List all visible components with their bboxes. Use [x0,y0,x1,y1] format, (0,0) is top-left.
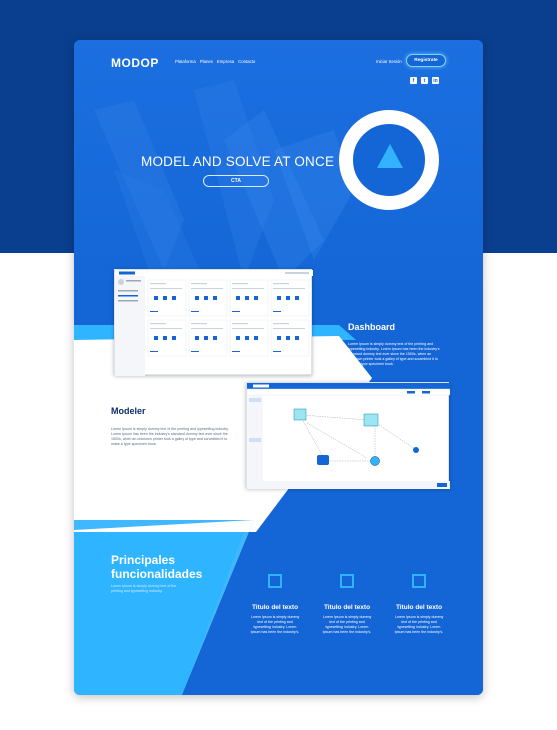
features-title: Principales funcionalidades [111,553,202,581]
feature-item: Titulo del texto Lorem Ipsum is simply d… [389,574,449,635]
features-title-line1: Principales [111,553,176,567]
feature-title: Titulo del texto [323,604,371,611]
main-menu: Plataforma Planes Empresa Contacto [175,59,255,64]
modeler-screenshot [246,382,451,489]
menu-item-plataforma[interactable]: Plataforma [175,59,196,64]
features-title-line2: funcionalidades [111,567,203,581]
linkedin-icon[interactable]: in [432,77,439,84]
social-links: f t in [410,77,439,84]
menu-item-contacto[interactable]: Contacto [238,59,255,64]
logo-ring-graphic [339,110,439,210]
feature-title: Titulo del texto [395,604,443,611]
logo[interactable]: MODOP [111,56,159,70]
dashboard-text: Lorem Ipsum is simply dummy text of the … [348,342,440,366]
feature-item: Titulo del texto Lorem Ipsum is simply d… [317,574,377,635]
feature-item: Titulo del texto Lorem Ipsum is simply d… [245,574,305,635]
register-button[interactable]: Registrate [406,54,446,67]
facebook-icon[interactable]: f [410,77,417,84]
menu-item-planes[interactable]: Planes [200,59,213,64]
twitter-icon[interactable]: t [421,77,428,84]
square-icon [268,574,282,588]
dashboard-screenshot [114,269,313,376]
features-text: Lorem Ipsum is simply dummy text of the … [111,584,177,593]
feature-title: Titulo del texto [251,604,299,611]
login-link[interactable]: Iniciar Sesión [376,59,402,64]
page-mockup: MODOP Plataforma Planes Empresa Contacto… [74,40,483,695]
dashboard-preview-graphic [115,270,313,376]
modeler-text: Lorem Ipsum is simply dummy text of the … [111,427,229,446]
feature-text: Lorem Ipsum is simply dummy text of the … [322,615,372,634]
hero-title: MODEL AND SOLVE AT ONCE [141,154,335,169]
feature-text: Lorem Ipsum is simply dummy text of the … [394,615,444,634]
cta-button[interactable]: CTA [203,175,269,187]
menu-item-empresa[interactable]: Empresa [217,59,234,64]
square-icon [412,574,426,588]
modeler-preview-graphic [246,383,451,489]
feature-text: Lorem Ipsum is simply dummy text of the … [250,615,300,634]
top-nav: MODOP Plataforma Planes Empresa Contacto… [74,40,483,85]
triangle-icon [377,144,403,168]
square-icon [340,574,354,588]
dashboard-title: Dashboard [348,322,396,332]
modeler-title: Modeler [111,406,146,416]
